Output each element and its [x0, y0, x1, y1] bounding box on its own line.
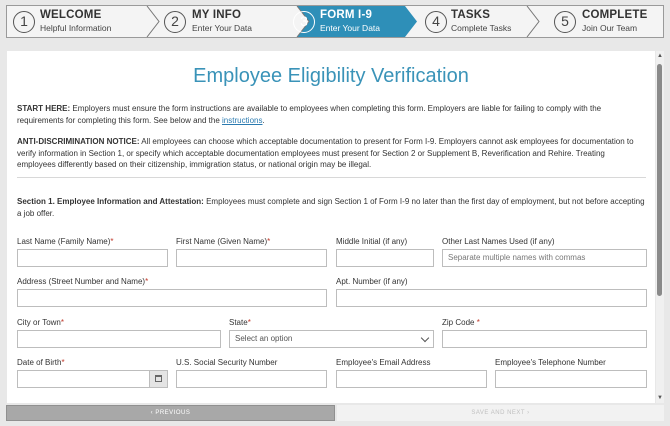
step-tasks[interactable]: 4 TASKS Complete Tasks: [422, 6, 527, 37]
zip-input[interactable]: [442, 330, 647, 348]
email-input[interactable]: [336, 370, 487, 388]
save-and-next-button[interactable]: SAVE AND NEXT ›: [337, 405, 664, 421]
step-my-info[interactable]: 2 MY INFO Enter Your Data: [162, 6, 297, 37]
start-here-notice: START HERE: Employers must ensure the fo…: [17, 103, 645, 126]
chevron-down-icon: [420, 333, 430, 343]
middle-initial-label: Middle Initial (if any): [336, 237, 408, 246]
dob-input[interactable]: [17, 370, 168, 388]
scroll-down-arrow-icon[interactable]: ▼: [656, 395, 664, 401]
step-subtitle: Join Our Team: [582, 23, 638, 33]
address-input[interactable]: [17, 289, 327, 307]
step-form-i9[interactable]: 3 FORM I-9 Enter Your Data: [293, 6, 417, 37]
zip-label: Zip Code *: [442, 318, 480, 327]
scroll-up-arrow-icon[interactable]: ▲: [656, 53, 664, 59]
step-number: 4: [425, 11, 447, 33]
section1-intro: Section 1. Employee Information and Atte…: [17, 196, 645, 219]
ssn-input[interactable]: [176, 370, 327, 388]
step-subtitle: Complete Tasks: [451, 23, 512, 33]
step-subtitle: Enter Your Data: [320, 23, 381, 33]
step-title: WELCOME: [40, 9, 102, 21]
email-label: Employee's Email Address: [336, 358, 431, 367]
progress-steps: 1 WELCOME Helpful Information 2 MY INFO …: [6, 5, 664, 38]
anti-discrimination-notice: ANTI-DISCRIMINATION NOTICE: All employee…: [17, 136, 645, 171]
other-last-names-label: Other Last Names Used (if any): [442, 237, 555, 246]
step-number: 5: [554, 11, 576, 33]
step-welcome[interactable]: 1 WELCOME Helpful Information: [7, 6, 147, 37]
step-complete[interactable]: 5 COMPLETE Join Our Team: [542, 6, 663, 37]
step-title: COMPLETE: [582, 9, 648, 21]
step-number: 2: [164, 11, 186, 33]
vertical-scrollbar[interactable]: ▲ ▼: [656, 51, 664, 403]
previous-button[interactable]: ‹ PREVIOUS: [6, 405, 335, 421]
section1-label: Section 1. Employee Information and Atte…: [17, 197, 204, 206]
dob-label: Date of Birth*: [17, 358, 65, 367]
step-subtitle: Helpful Information: [40, 23, 112, 33]
state-label: State*: [229, 318, 251, 327]
phone-label: Employee's Telephone Number: [495, 358, 606, 367]
city-input[interactable]: [17, 330, 221, 348]
step-number: 3: [293, 11, 315, 33]
city-label: City or Town*: [17, 318, 64, 327]
other-last-names-input[interactable]: Separate multiple names with commas: [442, 249, 647, 267]
last-name-input[interactable]: [17, 249, 168, 267]
ssn-label: U.S. Social Security Number: [176, 358, 278, 367]
step-subtitle: Enter Your Data: [192, 23, 253, 33]
phone-input[interactable]: [495, 370, 647, 388]
apt-number-label: Apt. Number (if any): [336, 277, 408, 286]
last-name-label: Last Name (Family Name)*: [17, 237, 114, 246]
page-title: Employee Eligibility Verification: [193, 65, 469, 87]
state-select[interactable]: Select an option: [229, 330, 434, 348]
start-here-text: Employers must ensure the form instructi…: [17, 104, 602, 125]
start-here-end: .: [262, 115, 265, 125]
instructions-link[interactable]: instructions: [222, 116, 262, 125]
form-panel: Employee Eligibility Verification START …: [7, 51, 655, 403]
scroll-thumb[interactable]: [657, 64, 662, 296]
first-name-input[interactable]: [176, 249, 327, 267]
step-title: MY INFO: [192, 9, 242, 21]
step-number: 1: [13, 11, 35, 33]
address-label: Address (Street Number and Name)*: [17, 277, 149, 286]
calendar-icon: [155, 375, 162, 382]
start-here-label: START HERE:: [17, 104, 71, 113]
calendar-button[interactable]: [149, 371, 167, 387]
step-title: TASKS: [451, 9, 491, 21]
middle-initial-input[interactable]: [336, 249, 434, 267]
step-title: FORM I-9: [320, 9, 373, 21]
apt-number-input[interactable]: [336, 289, 647, 307]
divider: [17, 177, 646, 178]
anti-discrimination-label: ANTI-DISCRIMINATION NOTICE:: [17, 137, 140, 146]
state-select-value: Select an option: [235, 334, 293, 343]
first-name-label: First Name (Given Name)*: [176, 237, 271, 246]
